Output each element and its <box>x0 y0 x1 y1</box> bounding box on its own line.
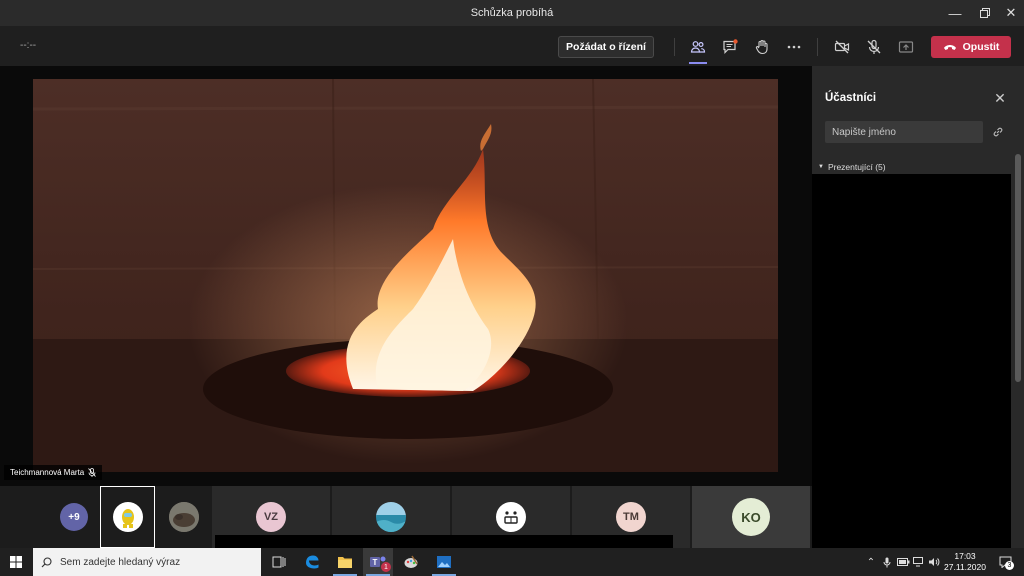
camera-toggle-button[interactable] <box>829 34 855 60</box>
overflow-participants[interactable]: +9 <box>50 486 98 548</box>
phone-hangup-icon <box>943 45 956 50</box>
request-control-button[interactable]: Požádat o řízení <box>558 36 654 58</box>
restore-icon <box>980 8 990 18</box>
strip-overlay <box>215 535 673 548</box>
raise-hand-button[interactable] <box>749 34 775 60</box>
more-actions-button[interactable] <box>781 34 807 60</box>
taskbar-search[interactable]: Sem zadejte hledaný výraz <box>33 548 261 576</box>
task-view-button[interactable] <box>264 548 294 576</box>
shared-video[interactable] <box>33 79 778 472</box>
avatar <box>496 502 526 532</box>
mic-toggle-button[interactable] <box>861 34 887 60</box>
avatar <box>376 502 406 532</box>
participant-strip: +9 VZ TM KO <box>0 486 812 548</box>
edge-app[interactable] <box>297 548 327 576</box>
avatar-initials: TM <box>616 502 646 532</box>
sea-photo-icon <box>376 502 406 532</box>
avatar-initials: VZ <box>256 502 286 532</box>
paint-icon <box>404 555 418 568</box>
presenter-name: Teichmannová Marta <box>10 468 85 477</box>
participant-list <box>812 174 1011 548</box>
panel-title: Účastníci <box>825 92 877 104</box>
folder-icon <box>338 557 352 568</box>
microphone-tray-icon[interactable] <box>880 554 894 570</box>
hand-icon <box>755 39 768 55</box>
search-icon <box>41 556 52 567</box>
network-icon <box>913 557 923 567</box>
divider <box>674 38 675 56</box>
minimize-button[interactable]: — <box>940 0 970 26</box>
camera-off-icon <box>834 40 850 54</box>
notifications-count: 3 <box>1005 561 1014 570</box>
show-hidden-icons-button[interactable]: ⌃ <box>864 554 878 570</box>
photos-icon <box>437 556 451 568</box>
meeting-toolbar: --:-- Požádat o řízení Opustit <box>0 26 1024 66</box>
shared-video-stage: Teichmannová Marta <box>0 66 812 486</box>
avatar-initials: KO <box>732 498 770 536</box>
active-indicator <box>689 62 707 64</box>
window-title: Schůzka probíhá <box>470 7 554 19</box>
participant-tile[interactable]: KO <box>692 486 810 548</box>
more-icon <box>787 45 801 49</box>
teams-notification-badge: 1 <box>381 562 391 572</box>
close-panel-button[interactable]: ✕ <box>992 90 1008 106</box>
teams-app[interactable]: T 1 <box>363 548 393 576</box>
taskbar-search-placeholder: Sem zadejte hledaný výraz <box>60 556 181 568</box>
battery-icon <box>896 558 909 566</box>
participant-tile[interactable] <box>100 486 155 548</box>
microphone-icon <box>883 557 891 567</box>
overflow-count: +9 <box>60 503 88 531</box>
people-icon <box>690 41 706 53</box>
photos-app[interactable] <box>429 548 459 576</box>
close-window-button[interactable]: ✕ <box>996 0 1024 26</box>
fire-video-image <box>33 79 778 472</box>
taskbar-clock[interactable]: 17:03 27.11.2020 <box>940 551 990 573</box>
presenter-name-badge: Teichmannová Marta <box>4 465 103 480</box>
character-avatar-icon <box>121 509 134 528</box>
share-icon <box>898 41 914 53</box>
action-center-button[interactable]: 3 <box>996 554 1014 570</box>
participants-button[interactable] <box>685 34 711 64</box>
task-view-icon <box>272 556 286 568</box>
presenters-section-header[interactable]: ▼ Prezentující (5) <box>818 162 886 172</box>
clock-date: 27.11.2020 <box>944 562 986 572</box>
edge-icon <box>306 555 319 569</box>
paint-app[interactable] <box>396 548 426 576</box>
windows-taskbar: Sem zadejte hledaný výraz T 1 ⌃ 17:03 27… <box>0 548 1024 576</box>
start-button[interactable] <box>0 548 32 576</box>
mic-muted-icon <box>88 468 97 477</box>
avatar <box>112 502 143 532</box>
presenters-label: Prezentující (5) <box>827 162 886 172</box>
animal-photo-icon <box>168 502 199 532</box>
volume-icon <box>929 558 940 566</box>
windows-logo-icon <box>10 556 22 568</box>
network-tray-icon[interactable] <box>912 554 926 570</box>
participants-panel: Účastníci ✕ ▼ Prezentující (5) <box>812 66 1024 548</box>
avatar <box>168 502 199 532</box>
svg-text:T: T <box>373 558 378 567</box>
panel-scrollbar[interactable] <box>1015 154 1021 382</box>
mic-off-icon <box>867 39 881 54</box>
clock-time: 17:03 <box>954 551 976 561</box>
file-explorer-app[interactable] <box>330 548 360 576</box>
chat-icon <box>723 39 738 54</box>
volume-tray-icon[interactable] <box>927 554 941 570</box>
chat-button[interactable] <box>717 34 743 60</box>
meeting-timer: --:-- <box>20 40 37 51</box>
participant-tile[interactable] <box>157 486 210 548</box>
face-avatar-icon <box>504 511 518 524</box>
link-icon <box>993 127 1003 137</box>
participant-search-input[interactable] <box>825 121 983 143</box>
share-screen-button[interactable] <box>893 34 919 60</box>
title-bar: Schůzka probíhá — ✕ <box>0 0 1024 26</box>
divider <box>817 38 818 56</box>
leave-label: Opustit <box>962 41 1000 53</box>
leave-button[interactable]: Opustit <box>931 36 1011 58</box>
chevron-down-icon: ▼ <box>818 164 824 170</box>
copy-link-button[interactable] <box>992 125 1008 141</box>
battery-tray-icon[interactable] <box>896 554 910 570</box>
